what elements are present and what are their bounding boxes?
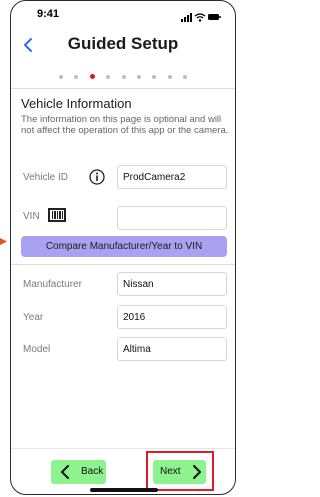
model-field[interactable]: Altima xyxy=(117,337,227,361)
phone-screen: 9:41 Guided Setup Vehicle Information Th… xyxy=(10,0,236,495)
model-label: Model xyxy=(23,344,51,355)
manufacturer-label: Manufacturer xyxy=(23,279,82,290)
footer-divider xyxy=(11,448,235,449)
navigation-bar: Guided Setup xyxy=(11,29,235,61)
back-button-label: Back xyxy=(81,466,104,477)
year-label: Year xyxy=(23,312,44,323)
wifi-icon xyxy=(194,13,206,22)
section-title: Vehicle Information xyxy=(21,96,132,111)
manufacturer-field[interactable]: Nissan xyxy=(117,272,227,296)
cellular-signal-icon xyxy=(181,13,192,22)
step-dot xyxy=(167,74,172,79)
vehicle-id-label: Vehicle ID xyxy=(23,172,69,183)
vin-field[interactable] xyxy=(117,206,227,230)
next-button-highlight xyxy=(146,451,214,491)
page-title: Guided Setup xyxy=(67,34,179,53)
year-field[interactable]: 2016 xyxy=(117,305,227,329)
info-icon[interactable] xyxy=(89,169,105,185)
step-dot xyxy=(106,74,111,79)
step-dot xyxy=(58,74,63,79)
step-dot xyxy=(152,74,157,79)
section-description: The information on this page is optional… xyxy=(21,114,229,136)
status-time: 9:41 xyxy=(37,8,60,20)
compare-vin-button[interactable]: Compare Manufacturer/Year to VIN xyxy=(21,236,227,257)
home-indicator xyxy=(90,488,158,492)
chevron-left-icon xyxy=(61,465,69,479)
step-dot xyxy=(136,74,141,79)
step-dot-current xyxy=(89,74,95,80)
divider xyxy=(11,88,235,89)
status-icons xyxy=(181,9,221,22)
step-dot xyxy=(183,74,188,79)
barcode-scan-icon[interactable] xyxy=(48,208,66,222)
battery-icon xyxy=(208,14,221,20)
vehicle-id-field[interactable]: ProdCamera2 xyxy=(117,165,227,189)
status-bar: 9:41 xyxy=(11,1,235,29)
annotation-pointer-icon xyxy=(0,232,7,245)
step-dot xyxy=(121,74,126,79)
vin-label: VIN xyxy=(23,211,40,222)
divider xyxy=(11,264,235,265)
step-dot xyxy=(74,74,79,79)
step-progress-dots xyxy=(11,68,235,86)
back-button[interactable]: Back xyxy=(51,460,106,484)
